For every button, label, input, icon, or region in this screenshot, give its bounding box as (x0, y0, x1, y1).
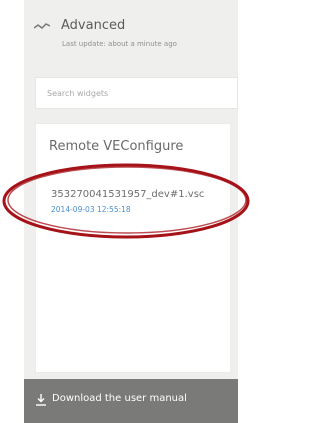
file-date: 2014-09-03 12:55:18 (51, 205, 131, 214)
file-link[interactable]: 353270041531957_dev#1.vsc (51, 189, 204, 200)
last-update-text: Last update: about a minute ago (62, 40, 177, 48)
download-icon (36, 394, 46, 406)
panel-header: Advanced Last update: about a minute ago (24, 16, 238, 56)
widget-title: Remote VEConfigure (49, 139, 184, 154)
panel-title: Advanced (61, 18, 126, 33)
download-manual-button[interactable]: Download the user manual (24, 379, 238, 423)
download-label: Download the user manual (52, 393, 187, 404)
trend-line-icon (34, 23, 50, 29)
widget-card: Remote VEConfigure 353270041531957_dev#1… (35, 123, 231, 373)
sidebar-panel: Advanced Last update: about a minute ago… (24, 0, 238, 423)
search-input[interactable] (35, 77, 238, 109)
